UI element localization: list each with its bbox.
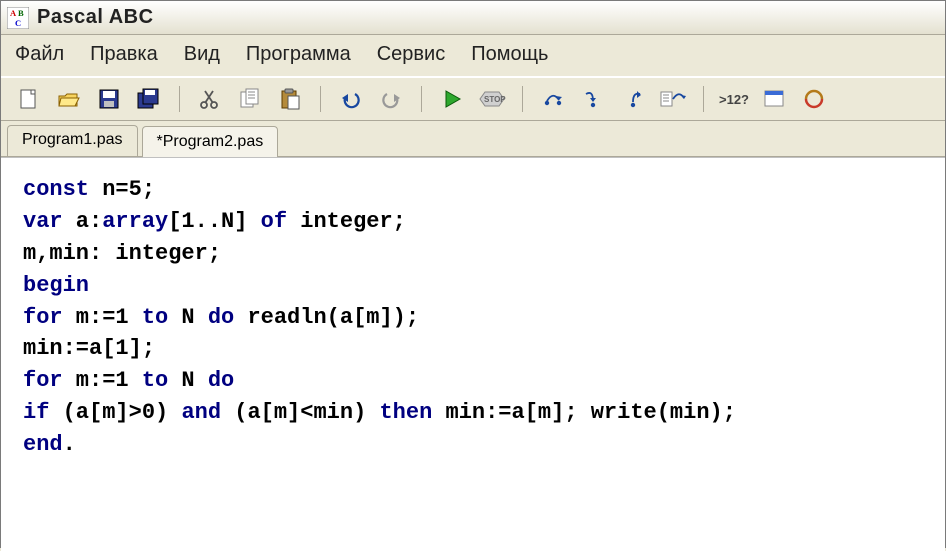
code-line: var a:array[1..N] of integer; bbox=[23, 206, 923, 238]
save-icon[interactable] bbox=[93, 84, 125, 114]
toolbar: STOP >12? bbox=[1, 77, 945, 121]
app-icon: A B C bbox=[7, 7, 29, 29]
code-line: const n=5; bbox=[23, 174, 923, 206]
menu-view[interactable]: Вид bbox=[180, 41, 224, 68]
tab-program2[interactable]: *Program2.pas bbox=[142, 126, 279, 157]
save-all-icon[interactable] bbox=[133, 84, 165, 114]
tabstrip: Program1.pas *Program2.pas bbox=[1, 121, 945, 157]
trace-icon[interactable] bbox=[657, 84, 689, 114]
menu-edit[interactable]: Правка bbox=[86, 41, 162, 68]
console-icon[interactable] bbox=[798, 84, 830, 114]
stop-icon[interactable]: STOP bbox=[476, 84, 508, 114]
app-title: Pascal ABC bbox=[37, 6, 154, 29]
code-line: for m:=1 to N do bbox=[23, 365, 923, 397]
code-editor[interactable]: const n=5;var a:array[1..N] of integer;m… bbox=[1, 157, 945, 551]
toolbar-separator bbox=[320, 86, 321, 112]
run-icon[interactable] bbox=[436, 84, 468, 114]
menubar: Файл Правка Вид Программа Сервис Помощь bbox=[1, 35, 945, 77]
step-into-icon[interactable] bbox=[577, 84, 609, 114]
code-line: if (a[m]>0) and (a[m]<min) then min:=a[m… bbox=[23, 397, 923, 429]
code-line: min:=a[1]; bbox=[23, 333, 923, 365]
svg-text:STOP: STOP bbox=[484, 95, 506, 104]
step-over-icon[interactable] bbox=[537, 84, 569, 114]
titlebar: A B C Pascal ABC bbox=[1, 1, 945, 35]
new-file-icon[interactable] bbox=[13, 84, 45, 114]
tab-program1[interactable]: Program1.pas bbox=[7, 125, 138, 156]
code-line: for m:=1 to N do readln(a[m]); bbox=[23, 302, 923, 334]
menu-program[interactable]: Программа bbox=[242, 41, 355, 68]
toolbar-separator bbox=[703, 86, 704, 112]
menu-help[interactable]: Помощь bbox=[467, 41, 552, 68]
form-icon[interactable] bbox=[758, 84, 790, 114]
code-line: end. bbox=[23, 429, 923, 461]
step-out-icon[interactable] bbox=[617, 84, 649, 114]
ascii-icon[interactable]: >12? bbox=[718, 84, 750, 114]
paste-icon[interactable] bbox=[274, 84, 306, 114]
undo-icon[interactable] bbox=[335, 84, 367, 114]
svg-text:C: C bbox=[15, 18, 21, 28]
svg-text:B: B bbox=[18, 8, 24, 18]
copy-icon[interactable] bbox=[234, 84, 266, 114]
menu-file[interactable]: Файл bbox=[11, 41, 68, 68]
menu-service[interactable]: Сервис bbox=[373, 41, 450, 68]
code-line: m,min: integer; bbox=[23, 238, 923, 270]
toolbar-separator bbox=[179, 86, 180, 112]
svg-text:A: A bbox=[10, 8, 17, 18]
code-line: begin bbox=[23, 270, 923, 302]
toolbar-separator bbox=[421, 86, 422, 112]
redo-icon[interactable] bbox=[375, 84, 407, 114]
cut-icon[interactable] bbox=[194, 84, 226, 114]
toolbar-separator bbox=[522, 86, 523, 112]
open-file-icon[interactable] bbox=[53, 84, 85, 114]
